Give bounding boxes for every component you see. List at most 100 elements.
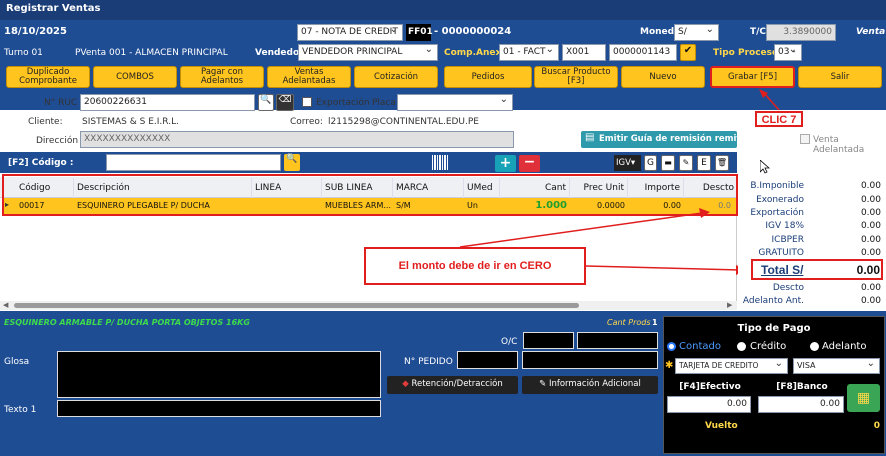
mouse-cursor-icon [760, 160, 770, 174]
glosa-label: Glosa [4, 357, 30, 367]
emitir-guia-button[interactable]: ▤ Emitir Guía de remisión remitente [581, 131, 762, 148]
series-badge: FF01 [406, 24, 433, 41]
barcode-icon[interactable] [432, 155, 448, 170]
igv-dropdown[interactable]: IGV▾ [614, 155, 641, 171]
g-button[interactable]: G [644, 155, 657, 171]
vuelto-label: Vuelto [705, 421, 738, 431]
tipo-proceso-select[interactable]: 03 - [774, 44, 802, 61]
adelanto-value: 0.00 [860, 296, 881, 306]
codigo-input[interactable] [106, 154, 281, 171]
clic-annotation: CLIC 7 [755, 111, 803, 127]
scroll-left-icon[interactable]: ◀ [3, 301, 8, 309]
total-value-igv: 0.00 [860, 221, 881, 231]
grabar-button[interactable]: Grabar [F5] [710, 66, 795, 88]
comment-icon[interactable]: ▬ [661, 155, 675, 171]
glosa-textarea[interactable] [57, 351, 381, 398]
adelanto-label: Adelanto [822, 341, 867, 352]
pedido-field-2[interactable] [522, 351, 658, 369]
info-adicional-button[interactable]: ✎ Información Adicional [522, 376, 658, 394]
add-row-icon[interactable]: + [495, 155, 516, 172]
total-value-gratuito: 0.00 [860, 248, 881, 258]
pventa-label: PVenta 001 - ALMACEN PRINCIPAL [75, 48, 228, 58]
ventas-adelantadas-button[interactable]: Ventas Adelantadas [267, 66, 351, 88]
vuelto-value: 0 [873, 421, 880, 431]
texto1-field[interactable] [57, 400, 381, 417]
credito-radio[interactable] [737, 342, 746, 351]
codigo-label: [F2] Código : [8, 158, 74, 168]
exportacion-checkbox[interactable] [302, 97, 312, 107]
credito-label: Crédito [750, 341, 787, 352]
correo-value: l2115298@CONTINENTAL.EDU.PE [328, 117, 479, 127]
comp-anexo-series-field[interactable]: X001 [562, 44, 606, 61]
total-label-exportacion: Exportación [750, 208, 804, 218]
oc-field[interactable] [523, 332, 574, 349]
payment-title: Tipo de Pago [737, 323, 811, 334]
retencion-label: Retención/Detracción [411, 379, 503, 389]
venta-adelantada-checkbox[interactable] [800, 134, 810, 144]
pedidos-button[interactable]: Pedidos [444, 66, 532, 88]
tipo-proceso-label: Tipo Proceso [713, 48, 779, 58]
edit-icon[interactable]: ✎ [679, 155, 693, 171]
pagar-adelantos-button[interactable]: Pagar con Adelantos [180, 66, 264, 88]
descto-label: Descto [772, 283, 804, 293]
cliente-label: Cliente: [28, 117, 63, 127]
pedido-field[interactable] [457, 351, 518, 369]
efectivo-field[interactable]: 0.00 [667, 396, 751, 413]
scroll-right-icon[interactable]: ▶ [727, 301, 732, 309]
cliente-value: SISTEMAS & S E.I.R.L. [82, 117, 179, 127]
venta-adelantada-label: Venta Adelantada [813, 135, 865, 155]
total-label-igv: IGV 18% [765, 221, 804, 231]
window-title: Registrar Ventas [0, 0, 886, 20]
remove-row-icon[interactable]: − [519, 155, 540, 172]
contado-label: Contado [679, 341, 721, 352]
nuevo-button[interactable]: Nuevo [621, 66, 705, 88]
total-value-exonerado: 0.00 [860, 195, 881, 205]
total-value-exportacion: 0.00 [860, 208, 881, 218]
contado-radio[interactable] [667, 342, 676, 351]
placa-label: Placa [372, 98, 396, 108]
placa-select[interactable] [397, 94, 513, 111]
moneda-select[interactable]: S/ [674, 24, 719, 41]
emitir-guia-label: Emitir Guía de remisión remitente [599, 134, 763, 144]
salir-button[interactable]: Salir [798, 66, 882, 88]
card-select[interactable]: VISA [793, 358, 880, 374]
payment-method-select[interactable]: TARJETA DE CREDITO [675, 358, 788, 374]
direccion-field[interactable]: XXXXXXXXXXXXXX [80, 131, 514, 148]
pedido-label: N° PEDIDO [404, 357, 453, 367]
trash-icon[interactable]: 🗑 [715, 155, 729, 171]
annotation-arrow-icon [759, 89, 780, 111]
comp-anexo-type-select[interactable]: 01 - FACT [499, 44, 559, 61]
comp-anexo-number-field[interactable]: 0000001143 [609, 44, 677, 61]
buscar-producto-button[interactable]: Buscar Producto [F3] [534, 66, 618, 88]
vendedor-select[interactable]: VENDEDOR PRINCIPAL [298, 44, 438, 61]
search-icon[interactable]: 🔍 [258, 94, 274, 111]
total-value: 0.00 [856, 263, 880, 277]
product-description: ESQUINERO ARMABLE P/ DUCHA PORTA OBJETOS… [4, 318, 250, 327]
ruc-field[interactable]: 20600226631 [80, 94, 255, 111]
total-label-exonerado: Exonerado [756, 195, 804, 205]
combos-button[interactable]: COMBOS [93, 66, 177, 88]
cant-prods-value: 1 [652, 318, 658, 327]
scrollbar-thumb[interactable] [14, 303, 579, 308]
banco-field[interactable]: 0.00 [758, 396, 844, 413]
retencion-button[interactable]: ◆ Retención/Detracción [387, 376, 518, 394]
duplicado-button[interactable]: Duplicado Comprobante [6, 66, 90, 88]
doc-number: - 0000000024 [434, 26, 512, 37]
check-icon[interactable]: ✔ [680, 44, 696, 61]
info-adicional-label: Información Adicional [548, 379, 641, 389]
total-label-bimponible: B.Imponible [750, 181, 804, 191]
tc-field[interactable]: 3.3890000 [766, 24, 836, 41]
tc-label: T/C [750, 27, 767, 37]
banco-label: [F8]Banco [776, 382, 828, 392]
adelanto-radio[interactable] [810, 342, 819, 351]
guia-icon: ▤ [585, 132, 595, 143]
doc-type-select[interactable]: 07 - NOTA DE CREDIT [297, 24, 403, 41]
e-button[interactable]: E [697, 155, 711, 171]
codigo-search-icon[interactable]: 🔍 [284, 154, 300, 171]
oc-field-2[interactable] [577, 332, 658, 349]
comp-anexo-label: Comp.Anexo [444, 48, 508, 58]
cash-register-icon[interactable]: ▦ [847, 384, 880, 412]
descto-value: 0.00 [860, 283, 881, 293]
clear-icon[interactable]: ⌫ [276, 94, 294, 111]
cotizacion-button[interactable]: Cotización [354, 66, 438, 88]
